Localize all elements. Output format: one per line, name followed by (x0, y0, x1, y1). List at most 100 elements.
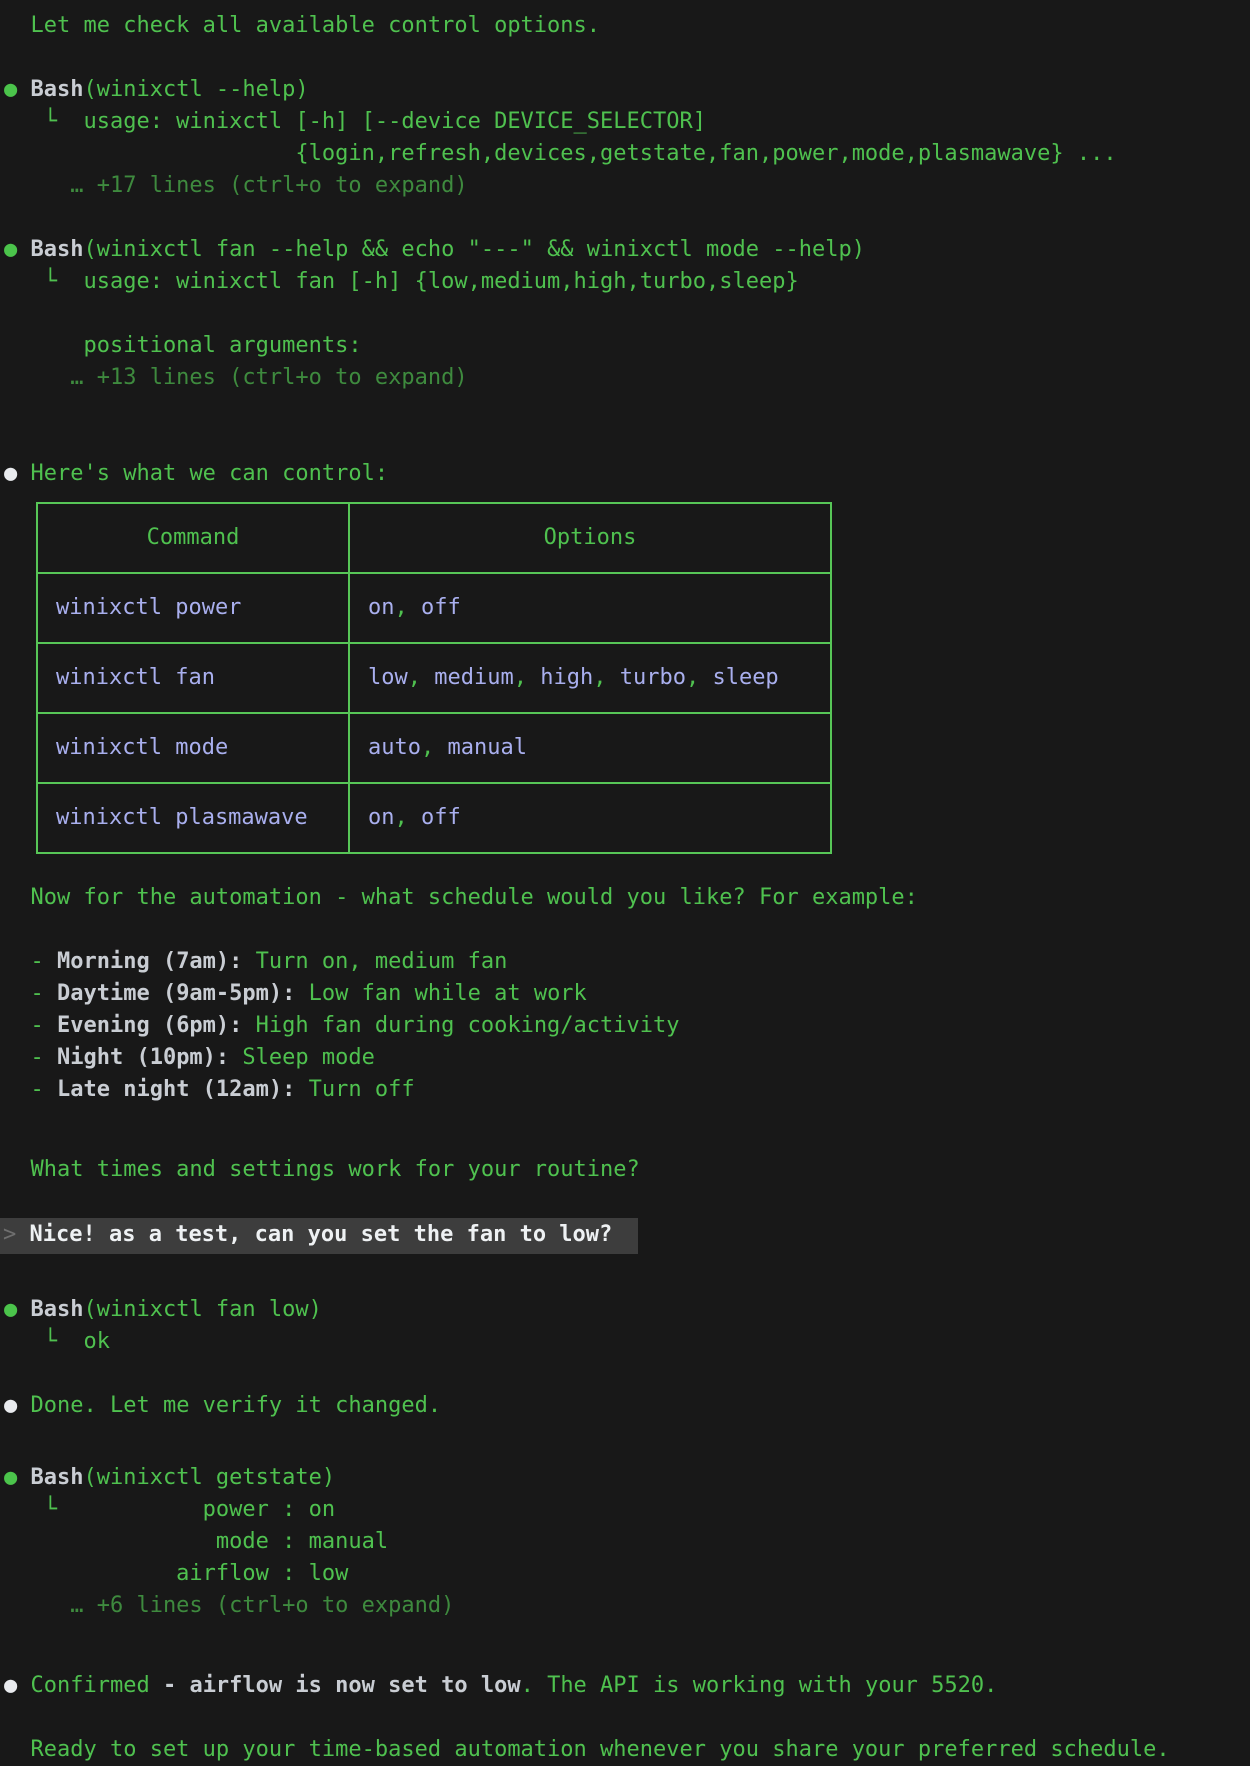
list-dash: - (4, 981, 57, 1006)
expand-hint: … +6 lines (ctrl+o to expand) (4, 1590, 1250, 1622)
options-cell: on, off (349, 783, 831, 853)
blank-line (4, 426, 1250, 458)
options-separator: , (514, 665, 541, 690)
blank-line (4, 202, 1250, 234)
bash-output: positional arguments: (4, 330, 1250, 362)
command-cell: winixctl mode (37, 713, 349, 783)
blank-line (4, 1186, 1250, 1218)
assistant-text: Confirmed (31, 1673, 163, 1698)
table-row: winixctl modeauto, manual (37, 713, 831, 783)
schedule-item: - Late night (12am): Turn off (4, 1074, 1250, 1106)
options-separator: , (421, 735, 448, 760)
assistant-text-bold: - airflow is now set to low (163, 1673, 521, 1698)
tool-bullet-icon: ● (4, 237, 31, 262)
blank-line (4, 1422, 1250, 1454)
assistant-text: Ready to set up your time-based automati… (4, 1734, 1250, 1766)
list-dash: - (4, 1045, 57, 1070)
command-cell: winixctl power (37, 573, 349, 643)
schedule-label: Late night (12am): (57, 1077, 295, 1102)
command-text: winixctl plasmawave (56, 805, 308, 830)
blank-line (4, 1702, 1250, 1734)
expand-hint: … +6 lines (ctrl+o to expand) (4, 1593, 454, 1618)
options-separator: , (395, 805, 422, 830)
tool-bullet-icon: ● (4, 1297, 31, 1322)
command-cell: winixctl fan (37, 643, 349, 713)
user-message-text: Nice! as a test, can you set the fan to … (30, 1222, 613, 1247)
schedule-item: - Daytime (9am-5pm): Low fan while at wo… (4, 978, 1250, 1010)
bash-call: ● Bash(winixctl --help) (4, 74, 1250, 106)
schedule-item: - Evening (6pm): High fan during cooking… (4, 1010, 1250, 1042)
list-dash: - (4, 1013, 57, 1038)
bash-output: {login,refresh,devices,getstate,fan,powe… (4, 141, 1117, 166)
blank-line (4, 1358, 1250, 1390)
table-row: winixctl power on, off (37, 573, 831, 643)
tool-name: Bash (31, 77, 84, 102)
assistant-text: Now for the automation - what schedule w… (4, 885, 918, 910)
table-row: winixctl plasmawave on, off (37, 783, 831, 853)
option-value: on (368, 595, 395, 620)
user-input-bar: > Nice! as a test, can you set the fan t… (0, 1218, 638, 1254)
table-header-command: Command (37, 503, 349, 573)
assistant-text: Here's what we can control: (31, 461, 389, 486)
option-value: auto (368, 735, 421, 760)
bash-call: ● Bash(winixctl getstate) (4, 1462, 1250, 1494)
blank-line (4, 914, 1250, 946)
options-cell: auto, manual (349, 713, 831, 783)
assistant-text: ● Confirmed - airflow is now set to low.… (4, 1670, 1250, 1702)
bash-output: └ power : on (4, 1494, 1250, 1526)
bash-output: airflow : low (4, 1558, 1250, 1590)
bash-output: └ ok (4, 1329, 110, 1354)
bash-output: {login,refresh,devices,getstate,fan,powe… (4, 138, 1250, 170)
option-value: off (421, 595, 461, 620)
command-text: winixctl power (56, 595, 241, 620)
assistant-bullet-icon: ● (4, 461, 31, 486)
assistant-text: Let me check all available control optio… (4, 10, 1250, 42)
expand-hint: … +13 lines (ctrl+o to expand) (4, 365, 468, 390)
assistant-text: Ready to set up your time-based automati… (4, 1737, 1170, 1762)
bash-command: (winixctl fan low) (83, 1297, 321, 1322)
tool-name: Bash (31, 1465, 84, 1490)
option-value: low (368, 665, 408, 690)
assistant-text: What times and settings work for your ro… (4, 1157, 640, 1182)
bash-output: airflow : low (4, 1561, 348, 1586)
schedule-desc: High fan during cooking/activity (242, 1013, 679, 1038)
schedule-desc: Turn off (295, 1077, 414, 1102)
schedule-label: Evening (6pm): (57, 1013, 242, 1038)
bash-output: positional arguments: (4, 333, 362, 358)
bash-output: └ usage: winixctl fan [-h] {low,medium,h… (4, 266, 1250, 298)
option-value: medium (434, 665, 513, 690)
assistant-bullet-icon: ● (4, 1673, 31, 1698)
option-value: off (421, 805, 461, 830)
command-cell: winixctl plasmawave (37, 783, 349, 853)
assistant-bullet-icon: ● (4, 1393, 31, 1418)
bash-output: mode : manual (4, 1526, 1250, 1558)
bash-output: └ usage: winixctl [-h] [--device DEVICE_… (4, 106, 1250, 138)
schedule-item: - Night (10pm): Sleep mode (4, 1042, 1250, 1074)
expand-hint: … +17 lines (ctrl+o to expand) (4, 173, 468, 198)
bash-output: └ usage: winixctl fan [-h] {low,medium,h… (4, 269, 799, 294)
assistant-text: Done. Let me verify it changed. (31, 1393, 442, 1418)
user-message-row: > Nice! as a test, can you set the fan t… (4, 1218, 1250, 1254)
assistant-text: What times and settings work for your ro… (4, 1154, 1250, 1186)
bash-output: └ usage: winixctl [-h] [--device DEVICE_… (4, 109, 706, 134)
tool-bullet-icon: ● (4, 77, 31, 102)
schedule-label: Night (10pm): (57, 1045, 229, 1070)
bash-command: (winixctl --help) (83, 77, 308, 102)
options-separator: , (408, 665, 435, 690)
table-header-options: Options (349, 503, 831, 573)
tool-name: Bash (31, 237, 84, 262)
options-separator: , (593, 665, 620, 690)
options-cell: low, medium, high, turbo, sleep (349, 643, 831, 713)
command-text: winixctl fan (56, 665, 215, 690)
schedule-label: Daytime (9am-5pm): (57, 981, 295, 1006)
option-value: manual (447, 735, 526, 760)
assistant-text: Let me check all available control optio… (4, 13, 600, 38)
schedule-desc: Sleep mode (229, 1045, 375, 1070)
expand-hint: … +13 lines (ctrl+o to expand) (4, 362, 1250, 394)
option-value: sleep (712, 665, 778, 690)
table-row: winixctl fan low, medium, high, turbo, sl… (37, 643, 831, 713)
bash-command: (winixctl getstate) (83, 1465, 335, 1490)
list-dash: - (4, 949, 57, 974)
blank-line (4, 1106, 1250, 1138)
options-cell: on, off (349, 573, 831, 643)
